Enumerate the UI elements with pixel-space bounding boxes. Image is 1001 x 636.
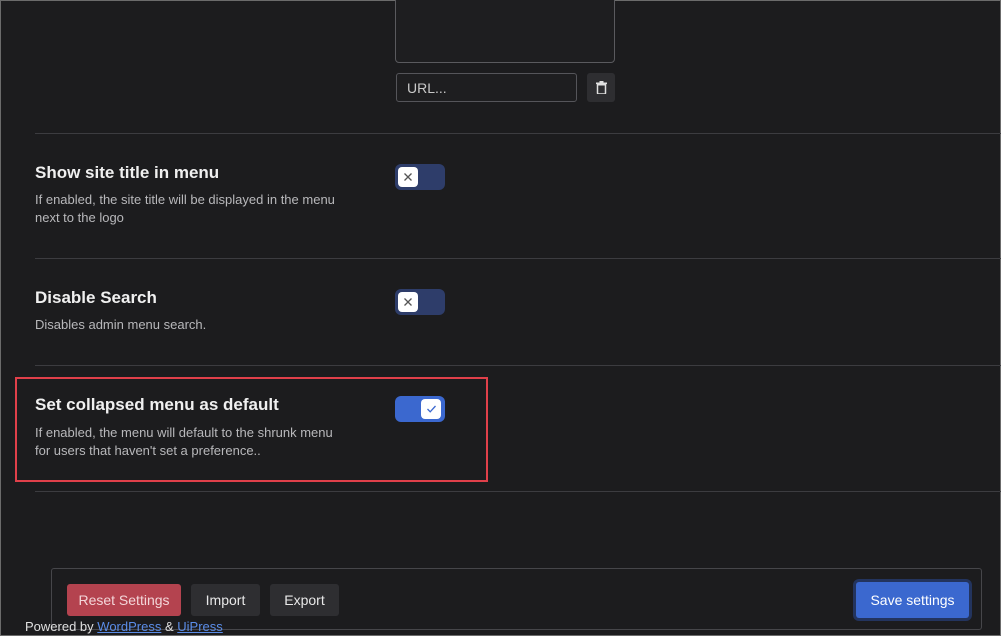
- logo-preview-box[interactable]: [395, 0, 615, 63]
- section-divider: [35, 133, 1001, 134]
- section-divider: [35, 365, 1001, 366]
- powered-by-text: Powered by: [25, 619, 94, 634]
- setting-title-show-site-title: Show site title in menu: [35, 163, 220, 182]
- toggle-knob: [398, 167, 418, 187]
- save-settings-button[interactable]: Save settings: [856, 582, 969, 618]
- section-divider: [35, 491, 1001, 492]
- toggle-disable-search[interactable]: [395, 289, 445, 315]
- powered-by: Powered by WordPress & UiPress: [25, 619, 223, 634]
- toggle-knob: [398, 292, 418, 312]
- x-icon: [404, 298, 412, 306]
- setting-title-disable-search: Disable Search: [35, 288, 157, 307]
- section-divider: [35, 258, 1001, 259]
- toggle-show-site-title[interactable]: [395, 164, 445, 190]
- import-button[interactable]: Import: [191, 584, 260, 616]
- setting-title-collapsed-menu: Set collapsed menu as default: [35, 395, 279, 414]
- check-icon: [426, 405, 436, 413]
- setting-desc-collapsed-menu: If enabled, the menu will default to the…: [35, 425, 333, 458]
- ampersand: &: [164, 619, 174, 634]
- trash-icon: [595, 81, 607, 94]
- wordpress-link[interactable]: WordPress: [97, 619, 161, 634]
- reset-settings-button[interactable]: Reset Settings: [67, 584, 181, 616]
- export-button[interactable]: Export: [270, 584, 339, 616]
- toggle-collapsed-menu[interactable]: [395, 396, 445, 422]
- x-icon: [404, 173, 412, 181]
- delete-logo-button[interactable]: [587, 73, 615, 102]
- logo-url-input[interactable]: [396, 73, 577, 102]
- uipress-link[interactable]: UiPress: [177, 619, 223, 634]
- setting-desc-disable-search: Disables admin menu search.: [35, 317, 207, 332]
- setting-desc-show-site-title: If enabled, the site title will be displ…: [35, 192, 335, 225]
- toggle-knob: [421, 399, 441, 419]
